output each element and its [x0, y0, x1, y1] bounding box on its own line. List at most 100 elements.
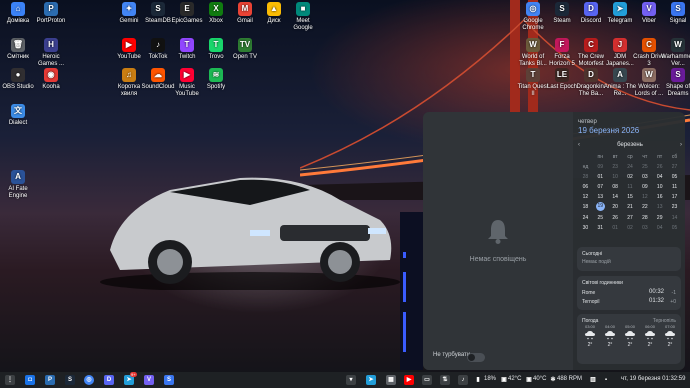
calendar-day[interactable]: 29: [652, 215, 667, 221]
viber-taskbar-icon[interactable]: V: [144, 375, 154, 385]
calendar-day[interactable]: 04: [652, 225, 667, 231]
desktop-shortcut-label: Shape of Dreams: [665, 84, 690, 97]
tray-box-icon[interactable]: ▦: [386, 375, 396, 385]
terminal-window-edge[interactable]: [400, 212, 423, 370]
calendar-day[interactable]: 23: [667, 204, 682, 211]
youtube-music-icon: ▶: [180, 68, 194, 82]
viber-icon: V: [642, 2, 656, 16]
calendar-day[interactable]: 01: [593, 174, 608, 180]
desktop-shortcut[interactable]: S Shape of Dreams: [661, 68, 690, 98]
desktop-shortcut[interactable]: TV Open TV: [228, 38, 262, 61]
desktop-shortcut[interactable]: P PortProton: [34, 2, 68, 25]
calendar-day[interactable]: 01: [608, 225, 623, 231]
calendar-day[interactable]: 25: [637, 164, 652, 170]
calendar-day[interactable]: 25: [593, 215, 608, 221]
calendar-day[interactable]: 24: [623, 164, 638, 170]
calendar-day[interactable]: 14: [608, 194, 623, 200]
trovo-icon: T: [209, 38, 223, 52]
desktop-shortcut[interactable]: A AI Fate Engine: [1, 170, 35, 200]
calendar-day[interactable]: 03: [637, 174, 652, 180]
calendar-day[interactable]: 05: [667, 174, 682, 180]
calendar-day[interactable]: 24: [578, 215, 593, 221]
calendar-full-date[interactable]: 19 березня 2026: [578, 126, 639, 135]
discord-taskbar-icon[interactable]: D: [104, 375, 114, 385]
steam-taskbar-icon[interactable]: S: [65, 375, 75, 385]
desktop-shortcut-label: Meet Google: [293, 18, 313, 31]
calendar-day[interactable]: 21: [623, 204, 638, 211]
weather-hour: 07:00 2°: [661, 324, 679, 348]
signal-icon: S: [671, 2, 685, 16]
calendar-day[interactable]: 26: [608, 215, 623, 221]
today-events-card[interactable]: Сьогодні Немає подій: [577, 247, 681, 271]
desktop-shortcut-label: Kooha: [42, 84, 60, 90]
calendar-day[interactable]: 26: [652, 164, 667, 170]
next-month-chevron-icon[interactable]: ›: [680, 142, 682, 148]
screenshot-app-icon[interactable]: ◘: [25, 375, 35, 385]
battery-icon[interactable]: ▮: [473, 375, 483, 385]
notifications-tray-icon[interactable]: ▪: [601, 375, 611, 385]
tray-volume-icon[interactable]: ♪: [458, 375, 468, 385]
calendar-day[interactable]: 10: [652, 184, 667, 190]
tray-menu-icon[interactable]: ▾: [346, 375, 356, 385]
desktop-shortcut[interactable]: ■ Meet Google: [286, 2, 320, 32]
calendar-day[interactable]: 09: [637, 184, 652, 190]
signal-taskbar-icon[interactable]: S: [164, 375, 174, 385]
color-bars-icon[interactable]: ▥: [588, 375, 598, 385]
do-not-disturb-toggle[interactable]: [467, 353, 485, 362]
calendar-day[interactable]: 15: [623, 194, 638, 200]
google-drive-icon: ▲: [267, 2, 281, 16]
google-meet-icon: ■: [296, 2, 310, 16]
calendar-day[interactable]: 28: [578, 174, 593, 180]
tray-telegram-icon[interactable]: ➤: [366, 375, 376, 385]
calendar-day[interactable]: 13: [593, 194, 608, 200]
calendar-day[interactable]: 03: [637, 225, 652, 231]
tray-youtube-icon[interactable]: ▶: [404, 375, 414, 385]
calendar-day[interactable]: 22: [637, 204, 652, 211]
calendar-day[interactable]: 11: [667, 184, 682, 190]
calendar-day[interactable]: 27: [623, 215, 638, 221]
calendar-day[interactable]: 07: [593, 184, 608, 190]
world-clock-time: 01:32: [648, 298, 664, 304]
calendar-day[interactable]: 27: [667, 164, 682, 170]
portproton-taskbar-icon[interactable]: P: [45, 375, 55, 385]
desktop-shortcut[interactable]: ⌂ Домівка: [1, 2, 35, 25]
calendar-week-number: 14: [671, 215, 678, 221]
calendar-day[interactable]: 31: [593, 225, 608, 231]
tray-display-icon[interactable]: ▭: [422, 375, 432, 385]
desktop-shortcut[interactable]: 🗑 Смітник: [1, 38, 35, 61]
tray-network-icon[interactable]: ⇅: [440, 375, 450, 385]
weather-temp: 2°: [627, 342, 633, 348]
calendar-day[interactable]: 23: [608, 164, 623, 170]
calendar-day[interactable]: 20: [608, 204, 623, 211]
calendar-today[interactable]: 19: [595, 202, 605, 211]
calendar-day[interactable]: 12: [578, 194, 593, 200]
calendar-day[interactable]: 18: [578, 204, 593, 211]
desktop-shortcut-label: AI Fate Engine: [8, 186, 28, 199]
clock-datetime[interactable]: чт, 19 березня 01:32:59: [621, 376, 685, 382]
last-epoch-icon: LE: [555, 68, 569, 82]
desktop-shortcut[interactable]: W Warhammer: Ver...: [661, 38, 690, 68]
desktop-shortcut[interactable]: ● OBS Studio: [1, 68, 35, 91]
calendar-day[interactable]: 17: [667, 194, 682, 200]
desktop-shortcut[interactable]: H Heroic Games ...: [34, 38, 68, 68]
desktop-shortcut-label: Dialect: [8, 120, 28, 126]
calendar-day[interactable]: 04: [652, 174, 667, 180]
calendar-day[interactable]: 30: [578, 225, 593, 231]
calendar-day[interactable]: 08: [608, 184, 623, 190]
desktop-shortcut[interactable]: ◉ Kooha: [34, 68, 68, 91]
calendar-day[interactable]: 02: [623, 225, 638, 231]
calendar-grid: пн вт ср чт пт сб нд 09 23 24 25 26 27 28 01 10 02 03 04 05…: [578, 154, 682, 231]
apps-grid-icon[interactable]: ⋮: [5, 375, 15, 385]
desktop-shortcut[interactable]: ≋ Spotify: [199, 68, 233, 91]
desktop-shortcut[interactable]: 文 Dialect: [1, 104, 35, 127]
world-clocks-card[interactable]: Світові годинники Rome 00:32 -1 Ternopil…: [577, 276, 681, 310]
desktop-shortcut[interactable]: S Signal: [661, 2, 690, 25]
weather-card[interactable]: Погода Тернопіль 03:00 2° 04:00 2° 05:00 2° 06…: [577, 314, 681, 364]
calendar-day[interactable]: 28: [637, 215, 652, 221]
calendar-day[interactable]: 02: [623, 174, 638, 180]
calendar-day[interactable]: 05: [667, 225, 682, 231]
chrome-taskbar-icon[interactable]: ◎: [84, 375, 94, 385]
calendar-day[interactable]: 16: [652, 194, 667, 200]
calendar-day[interactable]: 06: [578, 184, 593, 190]
world-clock-row: Rome 00:32 -1: [582, 289, 676, 296]
